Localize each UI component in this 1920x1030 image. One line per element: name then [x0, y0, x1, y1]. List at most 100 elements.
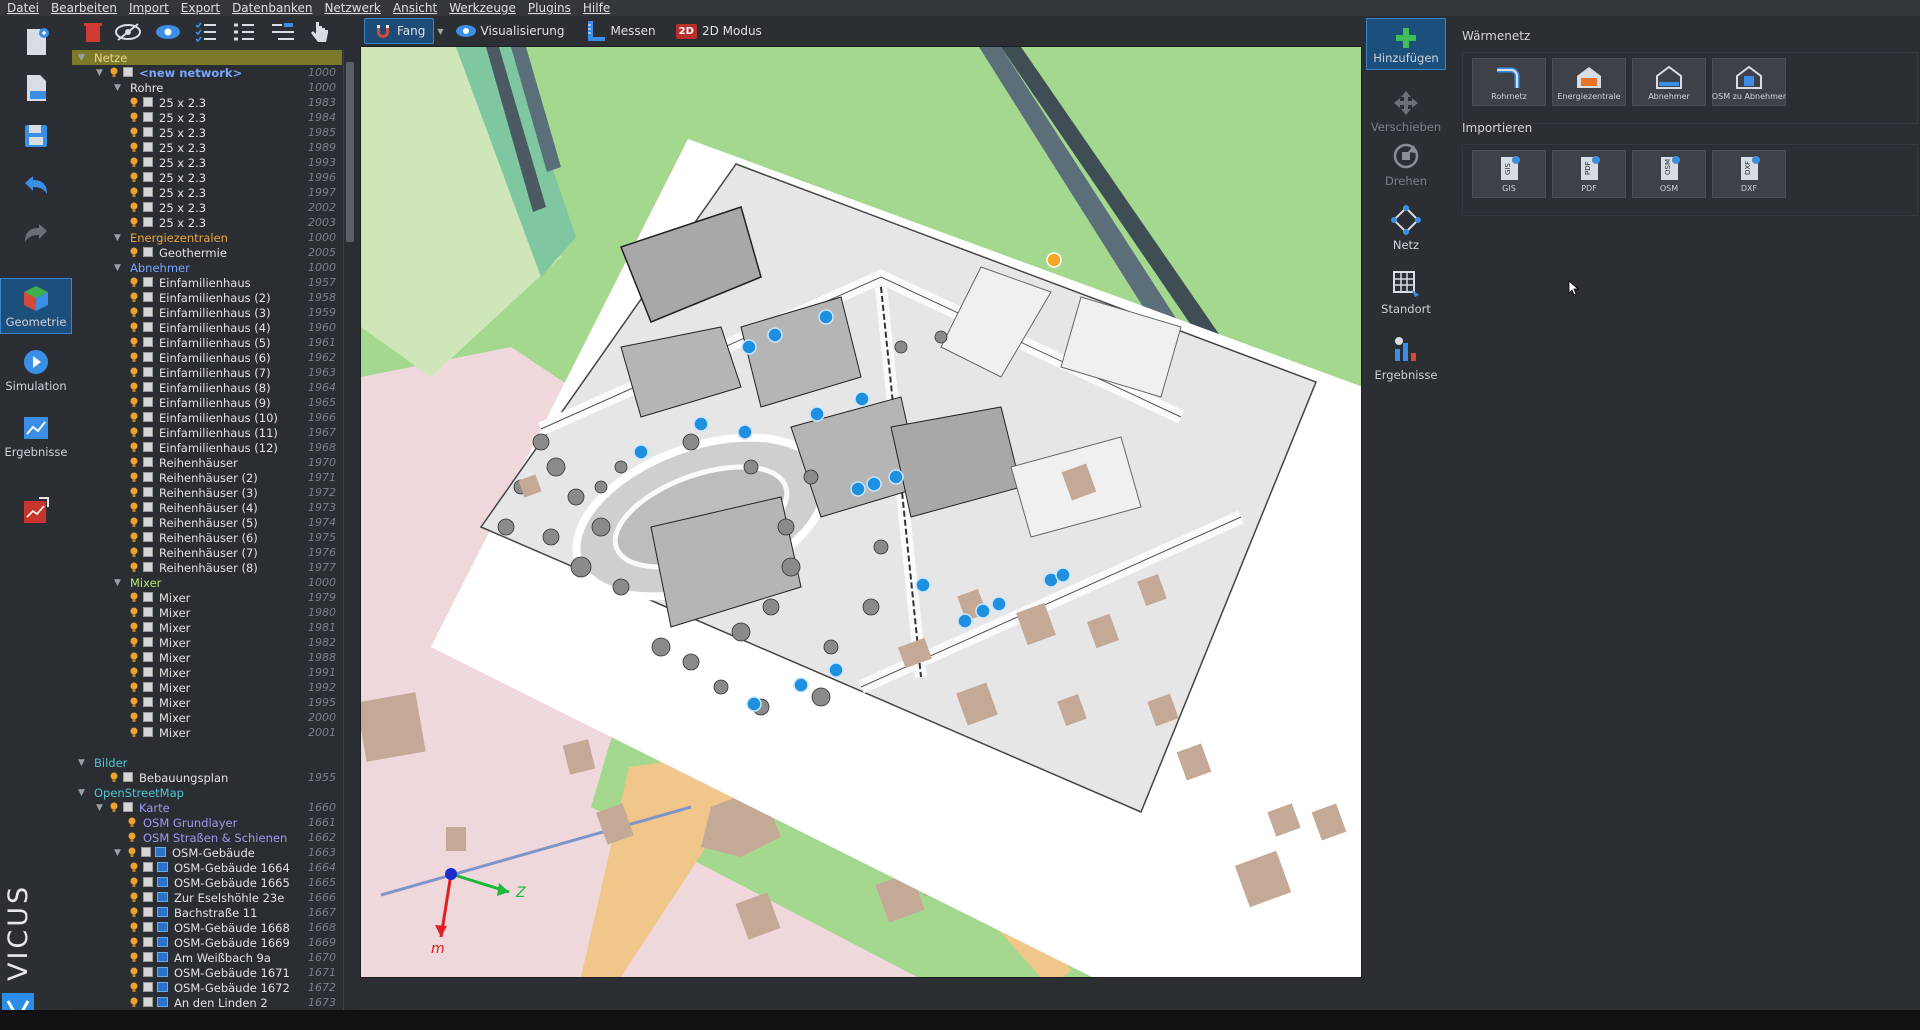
tree-row[interactable]: Mixer 2001: [72, 725, 342, 740]
expand-arrow-icon[interactable]: ▼: [114, 83, 124, 93]
selection-checkbox[interactable]: [143, 142, 153, 152]
tree-row[interactable]: Reihenhäuser (6) 1975: [72, 530, 342, 545]
selection-checkbox[interactable]: [143, 697, 153, 707]
expand-arrow-icon[interactable]: ▼: [78, 758, 88, 768]
show-eye-icon[interactable]: [154, 22, 182, 42]
save-button[interactable]: [0, 116, 72, 156]
tree-row[interactable]: Einfamilienhaus (6) 1962: [72, 350, 342, 365]
selection-checkbox[interactable]: [143, 727, 153, 737]
tree-row[interactable]: Einfamilienhaus (11) 1967: [72, 425, 342, 440]
visibility-bulb-icon[interactable]: [130, 682, 138, 693]
selection-checkbox[interactable]: [143, 172, 153, 182]
visibility-bulb-icon[interactable]: [130, 697, 138, 708]
selection-checkbox[interactable]: [143, 157, 153, 167]
selection-checkbox[interactable]: [143, 97, 153, 107]
selection-checkbox[interactable]: [143, 562, 153, 572]
selection-checkbox[interactable]: [143, 307, 153, 317]
energiezentrale-tile[interactable]: Energiezentrale: [1552, 58, 1626, 106]
tree-group-row[interactable]: ▼ OpenStreetMap: [72, 785, 342, 800]
visibility-bulb-icon[interactable]: [130, 97, 138, 108]
standort-button[interactable]: Standort: [1366, 264, 1446, 316]
tree-row[interactable]: Einfamilienhaus (8) 1964: [72, 380, 342, 395]
selection-checkbox[interactable]: [143, 517, 153, 527]
selection-checkbox[interactable]: [143, 352, 153, 362]
tree-row[interactable]: Mixer 1988: [72, 650, 342, 665]
visibility-bulb-icon[interactable]: [130, 727, 138, 738]
drehen-button[interactable]: Drehen: [1366, 136, 1446, 188]
visibility-bulb-icon[interactable]: [130, 652, 138, 663]
tree-row[interactable]: 25 x 2.3 1984: [72, 110, 342, 125]
expand-arrow-icon[interactable]: ▼: [78, 53, 88, 63]
selection-checkbox[interactable]: [143, 982, 153, 992]
expand-arrow-icon[interactable]: ▼: [114, 848, 124, 858]
tree-row[interactable]: Einfamilienhaus (4) 1960: [72, 320, 342, 335]
selection-checkbox[interactable]: [143, 667, 153, 677]
expand-arrow-icon[interactable]: ▼: [96, 803, 106, 813]
tree-row[interactable]: Reihenhäuser (2) 1971: [72, 470, 342, 485]
hinzufuegen-button[interactable]: Hinzufügen: [1366, 18, 1446, 70]
tree-group-row[interactable]: ▼ Bilder: [72, 755, 342, 770]
visibility-bulb-icon[interactable]: [130, 217, 138, 228]
visibility-bulb-icon[interactable]: [130, 442, 138, 453]
visibility-bulb-icon[interactable]: [130, 967, 138, 978]
visibility-bulb-icon[interactable]: [130, 202, 138, 213]
tree-row[interactable]: Zur Eselshöhle 23e 1666: [72, 890, 342, 905]
selection-checkbox[interactable]: [141, 847, 151, 857]
tree-group-row[interactable]: ▼ <new network> 1000: [72, 65, 342, 80]
tree-group-row[interactable]: ▼ Mixer 1000: [72, 575, 342, 590]
tree-group-row[interactable]: ▼ Rohre 1000: [72, 80, 342, 95]
menu-datenbanken[interactable]: Datenbanken: [232, 1, 312, 15]
tree-row[interactable]: 25 x 2.3 1993: [72, 155, 342, 170]
selection-checkbox[interactable]: [143, 292, 153, 302]
visibility-bulb-icon[interactable]: [130, 517, 138, 528]
tree-row[interactable]: OSM-Gebäude 1668 1668: [72, 920, 342, 935]
ergebnisse-tool-button[interactable]: Ergebnisse: [1366, 330, 1446, 382]
tree-row[interactable]: 25 x 2.3 1985: [72, 125, 342, 140]
tree-row[interactable]: Mixer 2000: [72, 710, 342, 725]
selection-checkbox[interactable]: [143, 397, 153, 407]
visibility-bulb-icon[interactable]: [130, 607, 138, 618]
selection-checkbox[interactable]: [143, 187, 153, 197]
tree-row[interactable]: 25 x 2.3 1983: [72, 95, 342, 110]
visibility-bulb-icon[interactable]: [130, 952, 138, 963]
geometrie-button[interactable]: Geometrie: [0, 278, 72, 334]
netz-button[interactable]: Netz: [1366, 200, 1446, 252]
visibility-bulb-icon[interactable]: [130, 907, 138, 918]
visibility-bulb-icon[interactable]: [130, 322, 138, 333]
tree-row[interactable]: Reihenhäuser (3) 1972: [72, 485, 342, 500]
tree-row[interactable]: Mixer 1982: [72, 635, 342, 650]
tree-row[interactable]: Bebauungsplan 1955: [72, 770, 342, 785]
visibility-bulb-icon[interactable]: [128, 847, 136, 858]
hide-eye-icon[interactable]: [114, 22, 142, 42]
tree-row[interactable]: Einfamilienhaus (7) 1963: [72, 365, 342, 380]
tree-row[interactable]: Mixer 1991: [72, 665, 342, 680]
visibility-bulb-icon[interactable]: [130, 427, 138, 438]
import-pdf-tile[interactable]: PDF PDF: [1552, 150, 1626, 198]
tree-row[interactable]: Einfamilienhaus (3) 1959: [72, 305, 342, 320]
visibility-bulb-icon[interactable]: [130, 367, 138, 378]
selection-checkbox[interactable]: [143, 382, 153, 392]
tree-group-row[interactable]: ▼ Karte 1660: [72, 800, 342, 815]
selection-checkbox[interactable]: [143, 367, 153, 377]
verschieben-button[interactable]: Verschieben: [1366, 82, 1446, 134]
tree-row[interactable]: 25 x 2.3 1989: [72, 140, 342, 155]
selection-checkbox[interactable]: [143, 112, 153, 122]
tree-row[interactable]: Einfamilienhaus (9) 1965: [72, 395, 342, 410]
menu-plugins[interactable]: Plugins: [528, 1, 571, 15]
tree-row[interactable]: OSM-Gebäude 1669 1669: [72, 935, 342, 950]
visibility-bulb-icon[interactable]: [130, 382, 138, 393]
3d-viewport[interactable]: Z m: [360, 46, 1362, 978]
selection-checkbox[interactable]: [143, 922, 153, 932]
expand-arrow-icon[interactable]: ▼: [114, 578, 124, 588]
tree-row[interactable]: Reihenhäuser (8) 1977: [72, 560, 342, 575]
menu-bearbeiten[interactable]: Bearbeiten: [51, 1, 117, 15]
menu-hilfe[interactable]: Hilfe: [583, 1, 610, 15]
tree-group-row[interactable]: ▼ OSM-Gebäude 1663: [72, 845, 342, 860]
expand-arrow-icon[interactable]: ▼: [96, 68, 106, 78]
tree-scrollbar-thumb[interactable]: [346, 62, 354, 242]
visibility-bulb-icon[interactable]: [130, 862, 138, 873]
selection-checkbox[interactable]: [143, 937, 153, 947]
import-dxf-tile[interactable]: DXF DXF: [1712, 150, 1786, 198]
tree-row[interactable]: Einfamilienhaus (10) 1966: [72, 410, 342, 425]
simulation-button[interactable]: Simulation: [0, 342, 72, 398]
